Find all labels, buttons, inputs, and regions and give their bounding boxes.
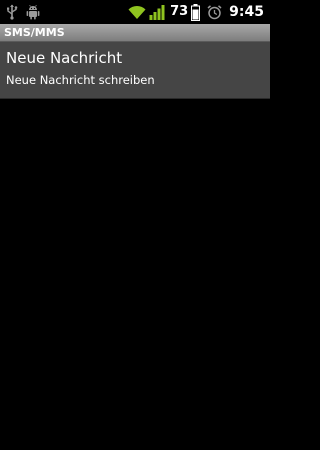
alarm-icon: [207, 4, 222, 20]
list-item-title: Neue Nachricht: [6, 49, 123, 67]
list-item-new-message[interactable]: Neue Nachricht Neue Nachricht schreiben: [0, 42, 270, 99]
list-item-subtitle: Neue Nachricht schreiben: [6, 73, 155, 87]
signal-icon: [149, 4, 165, 20]
empty-content-area: [0, 99, 270, 450]
app-title-bar: SMS/MMS: [0, 24, 270, 42]
status-bar[interactable]: 73 9:45: [0, 0, 270, 24]
notification-icons: [6, 3, 40, 21]
android-debug-icon: [26, 4, 40, 20]
status-clock: 9:45: [229, 4, 264, 20]
battery-level-text: 73: [170, 4, 189, 19]
usb-icon: [6, 4, 18, 20]
action-list: Neue Nachricht Neue Nachricht schreiben: [0, 42, 270, 99]
battery-icon: [191, 3, 201, 21]
wifi-icon: [128, 4, 146, 20]
app-title: SMS/MMS: [4, 26, 65, 39]
system-icons: 73 9:45: [128, 2, 264, 22]
